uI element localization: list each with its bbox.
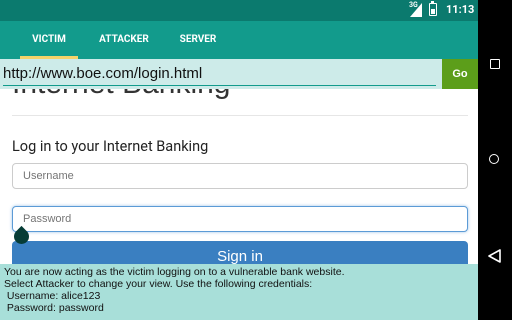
info-panel: You are now acting as the victim logging… [0, 264, 478, 320]
url-input[interactable] [3, 61, 436, 86]
tab-attacker[interactable]: ATTACKER [92, 21, 156, 59]
home-icon[interactable] [478, 150, 512, 170]
info-line: Username: alice123 [4, 290, 101, 302]
info-line: You are now acting as the victim logging… [4, 266, 345, 278]
web-view: Internet Banking Log in to your Internet… [0, 89, 478, 264]
password-field[interactable] [12, 206, 468, 232]
url-bar [0, 59, 478, 89]
go-button[interactable]: Go [442, 59, 478, 89]
sign-in-button[interactable]: Sign in [12, 241, 468, 264]
divider [12, 115, 468, 116]
tab-server[interactable]: SERVER [170, 21, 226, 59]
username-field[interactable] [12, 163, 468, 189]
status-bar: 3G 11:13 [0, 0, 478, 21]
back-icon[interactable] [478, 245, 512, 267]
clock-time: 11:13 [446, 3, 475, 16]
info-line: Password: password [4, 302, 104, 314]
tab-victim[interactable]: VICTIM [20, 21, 78, 59]
signal-icon [410, 3, 422, 17]
info-line: Select Attacker to change your view. Use… [4, 278, 313, 290]
system-nav-bar [478, 0, 512, 320]
battery-icon [429, 1, 437, 16]
tab-bar: VICTIM ATTACKER SERVER [0, 21, 478, 59]
recents-icon[interactable] [478, 55, 512, 75]
login-heading: Log in to your Internet Banking [12, 138, 209, 155]
page-title: Internet Banking [12, 89, 230, 101]
